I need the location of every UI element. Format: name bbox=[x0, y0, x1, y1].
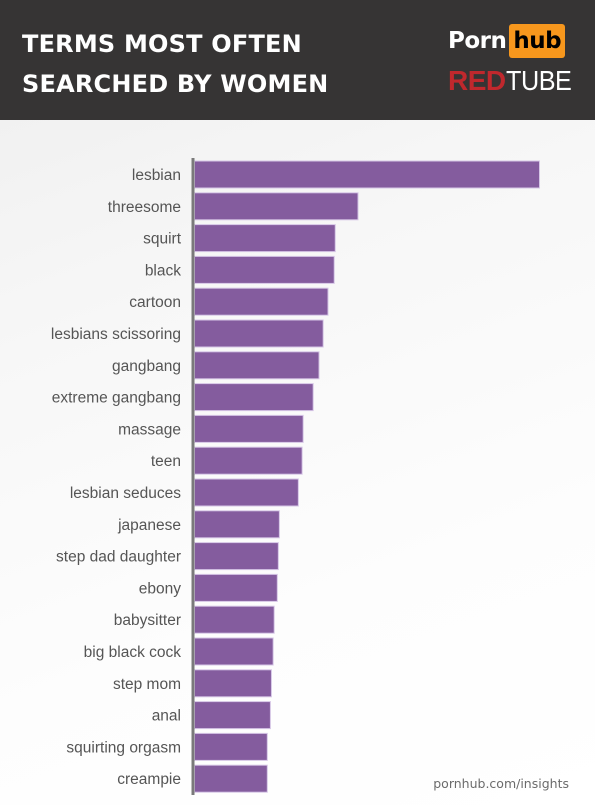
bar-label-lesbian-seduces: lesbian seduces bbox=[70, 485, 181, 502]
bar-cartoon bbox=[194, 287, 329, 316]
bar-chart: lesbian threesome squirt black cartoon lesbia… bbox=[51, 158, 540, 795]
bar-label-step-mom: step mom bbox=[113, 676, 181, 693]
bar-label-massage: massage bbox=[118, 421, 181, 438]
bar-label-threesome: threesome bbox=[108, 199, 181, 216]
bar-creampie bbox=[194, 764, 268, 793]
bar-ebony bbox=[194, 573, 278, 602]
bar-lesbian bbox=[194, 160, 540, 189]
bar-squirt bbox=[194, 224, 336, 253]
pornhub-logo-hub: hub bbox=[509, 24, 566, 58]
bar-label-gangbang: gangbang bbox=[112, 358, 181, 375]
bar-label-creampie: creampie bbox=[117, 771, 181, 788]
bar-label-squirt: squirt bbox=[143, 231, 182, 248]
chart-title: TERMS MOST OFTEN SEARCHED BY WOMEN bbox=[22, 24, 328, 104]
bar-label-teen: teen bbox=[151, 453, 181, 470]
bar-anal bbox=[194, 701, 271, 730]
bar-japanese bbox=[194, 510, 280, 539]
redtube-logo-red: RED bbox=[448, 65, 506, 96]
bar-label-lesbian: lesbian bbox=[132, 167, 181, 184]
bar-step-dad-daughter bbox=[194, 542, 279, 571]
bar-label-black: black bbox=[145, 262, 181, 279]
bar-big-black-cock bbox=[194, 637, 274, 666]
bar-squirting-orgasm bbox=[194, 732, 268, 761]
bar-label-ebony: ebony bbox=[139, 580, 181, 597]
bar-label-babysitter: babysitter bbox=[114, 612, 181, 629]
bars-group bbox=[194, 160, 540, 793]
bar-label-big-black-cock: big black cock bbox=[84, 644, 182, 661]
pornhub-logo: Porn hub bbox=[448, 23, 566, 59]
redtube-logo: RED TUBE bbox=[448, 65, 578, 96]
bar-label-extreme-gangbang: extreme gangbang bbox=[52, 390, 181, 407]
redtube-logo-tube: TUBE bbox=[505, 65, 572, 96]
source-link[interactable]: pornhub.com/insights bbox=[433, 776, 569, 791]
bar-gangbang bbox=[194, 351, 320, 380]
title-line-2: SEARCHED BY WOMEN bbox=[22, 70, 329, 98]
bar-lesbian-seduces bbox=[194, 478, 299, 507]
bar-babysitter bbox=[194, 605, 275, 634]
bar-step-mom bbox=[194, 669, 272, 698]
bar-label-anal: anal bbox=[152, 708, 181, 725]
bar-label-lesbians-scissoring: lesbians scissoring bbox=[51, 326, 181, 343]
bar-threesome bbox=[194, 192, 359, 221]
bar-label-squirting-orgasm: squirting orgasm bbox=[66, 739, 181, 756]
bar-massage bbox=[194, 414, 304, 443]
title-line-1: TERMS MOST OFTEN bbox=[22, 30, 302, 58]
pornhub-logo-porn: Porn bbox=[448, 28, 507, 54]
labels-group: lesbian threesome squirt black cartoon lesbia… bbox=[51, 167, 182, 788]
bar-label-step-dad-daughter: step dad daughter bbox=[56, 549, 181, 566]
bar-teen bbox=[194, 446, 303, 475]
bar-label-japanese: japanese bbox=[117, 517, 181, 534]
bar-lesbians-scissoring bbox=[194, 319, 324, 348]
bar-black bbox=[194, 255, 335, 284]
bar-extreme-gangbang bbox=[194, 383, 314, 412]
header-banner: TERMS MOST OFTEN SEARCHED BY WOMEN Porn … bbox=[0, 0, 595, 120]
bar-label-cartoon: cartoon bbox=[129, 294, 181, 311]
